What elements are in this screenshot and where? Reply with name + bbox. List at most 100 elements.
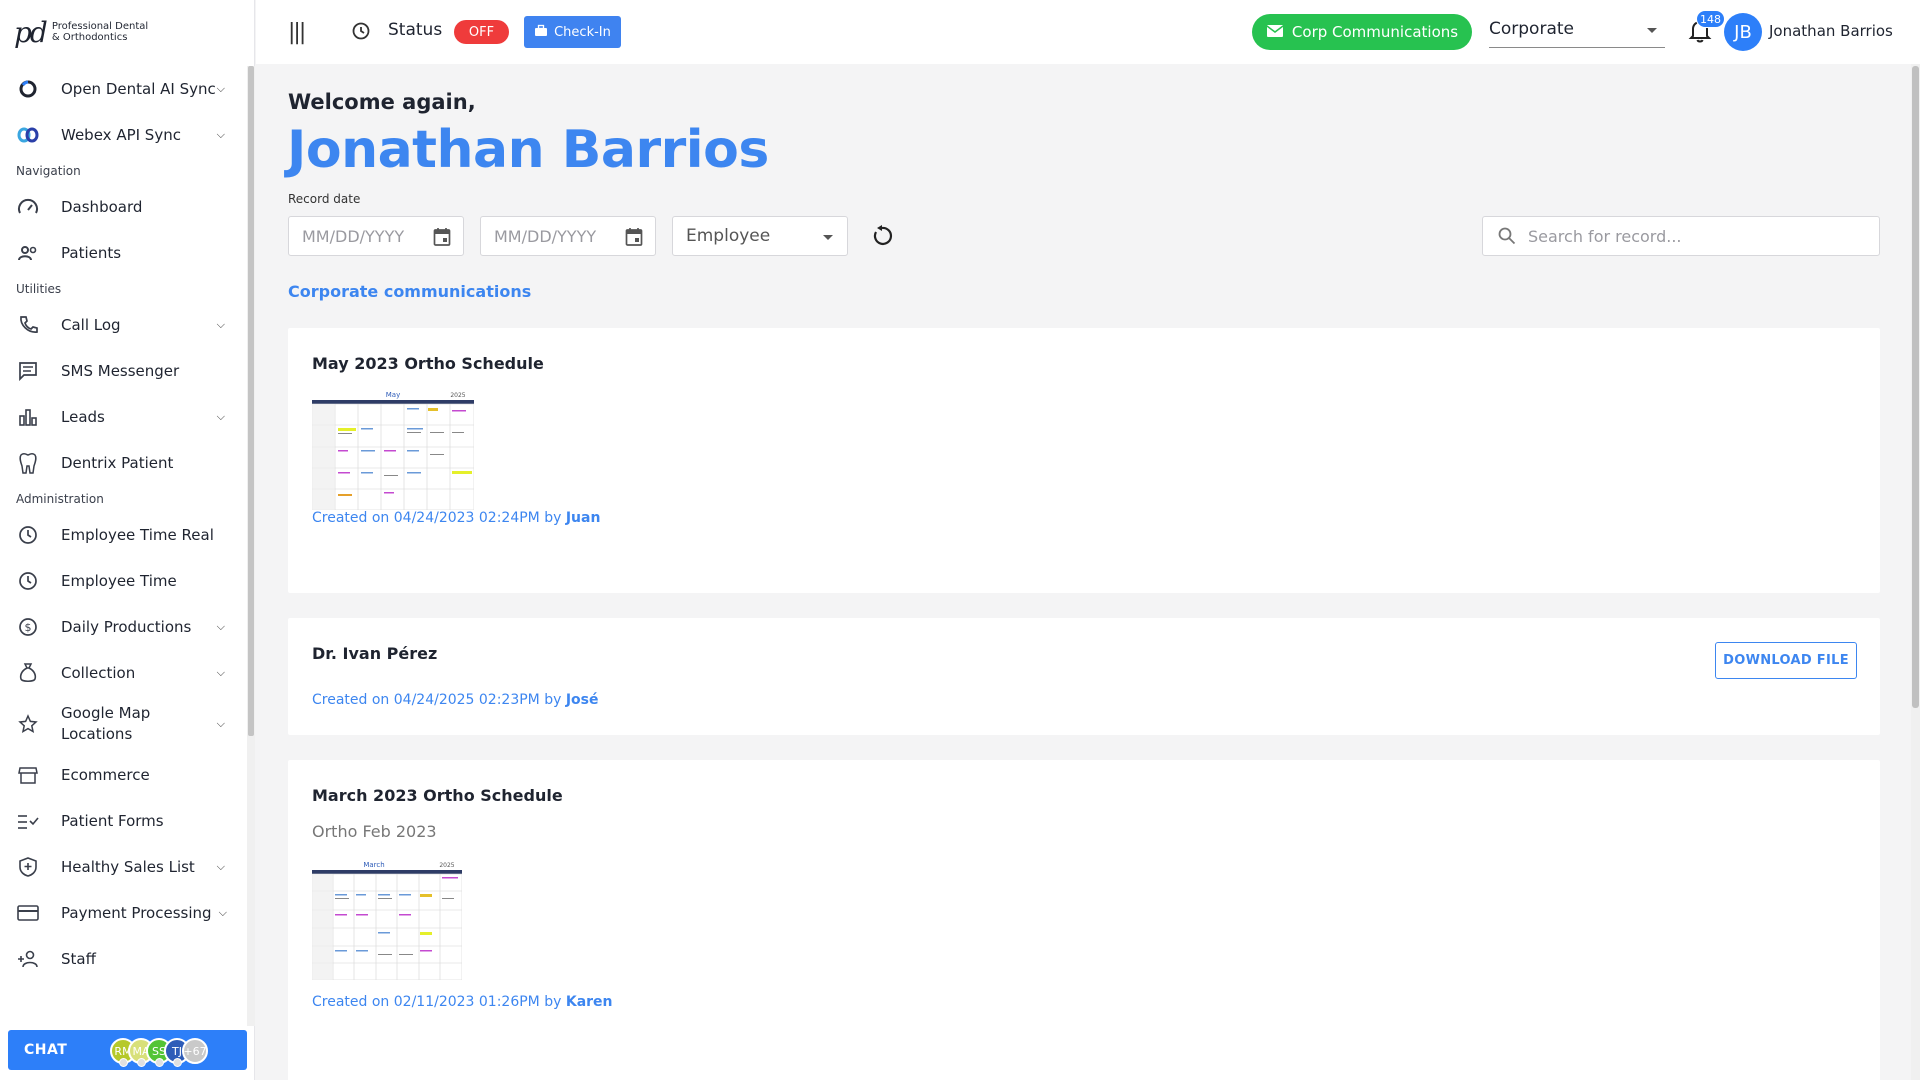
check-in-button[interactable]: Check-In [524,16,621,48]
gauge-icon [16,195,40,219]
card-author[interactable]: Juan [566,510,601,526]
created-by-text: by [539,994,566,1010]
sidebar-item-call-log[interactable]: Call Log ⌵ [0,302,245,348]
circle-icon [16,77,40,101]
phone-icon [16,313,40,337]
shield-icon [16,855,40,879]
sidebar-item-patients[interactable]: Patients [0,230,245,276]
sidebar-item-google-map-locations[interactable]: Google Map Locations ⌵ [0,696,245,752]
sidebar-item-dashboard[interactable]: Dashboard [0,184,245,230]
chevron-down-icon: ⌵ [216,128,225,141]
calendar-icon[interactable] [625,227,643,251]
chat-avatars: RM MA SS TJ +67 [110,1038,208,1067]
status-label: Status [388,20,443,40]
main-scrollbar-track[interactable] [1911,64,1920,1080]
user-name[interactable]: Jonathan Barrios [1769,22,1893,40]
sidebar-item-label: SMS Messenger [61,361,180,380]
webex-icon [16,123,40,147]
sidebar-item-sms-messenger[interactable]: SMS Messenger [0,348,245,394]
status-toggle[interactable]: OFF [454,20,509,44]
created-date: 04/24/2023 02:24PM [393,510,540,526]
sidebar-item-staff[interactable]: Staff [0,936,245,982]
created-prefix: Created on [312,692,394,708]
communication-card: March 2023 Ortho Schedule Ortho Feb 2023… [288,760,1880,1080]
created-prefix: Created on [312,510,394,526]
created-by-text: by [539,510,566,526]
record-date-label: Record date [288,192,361,206]
sidebar-item-employee-time[interactable]: Employee Time [0,558,245,604]
mail-icon [1266,22,1284,42]
section-title-corporate-communications[interactable]: Corporate communications [288,282,531,301]
card-meta: Created on 04/24/2025 02:23PM by José [312,692,599,708]
schedule-thumbnail[interactable]: March 2025 [311,858,463,981]
thumbnail-year: 2025 [450,392,465,399]
company-select-value: Corporate [1489,19,1574,39]
sidebar: pd Professional Dental & Orthodontics Op… [0,0,255,1080]
sidebar-item-webex-api-sync[interactable]: Webex API Sync ⌵ [0,112,245,158]
caret-down-icon [823,235,833,240]
communication-card: May 2023 Ortho Schedule May 2025 Created… [288,328,1880,593]
bar-chart-icon [16,405,40,429]
sidebar-item-payment-processing[interactable]: Payment Processing ⌵ [0,890,245,936]
sidebar-item-label: Payment Processing [61,903,212,922]
created-date: 04/24/2025 02:23PM [393,692,540,708]
card-title: March 2023 Ortho Schedule [312,786,563,805]
sidebar-item-label: Patients [61,243,122,262]
notification-count-badge: 148 [1696,10,1725,28]
employee-select-value: Employee [686,226,771,246]
card-meta: Created on 04/24/2023 02:24PM by Juan [312,510,600,526]
sidebar-item-collection[interactable]: Collection ⌵ [0,650,245,696]
created-by-text: by [539,692,566,708]
brand-name: Professional Dental & Orthodontics [52,21,148,43]
clock-icon [16,523,40,547]
sidebar-item-label: Employee Time Real [61,525,214,544]
dollar-icon: $ [16,615,40,639]
chat-avatar-initials: +67 [183,1044,207,1058]
sidebar-item-patient-forms[interactable]: Patient Forms [0,798,245,844]
schedule-thumbnail[interactable]: May 2025 [311,388,475,511]
sidebar-item-employee-time-real[interactable]: Employee Time Real [0,512,245,558]
date-from-input[interactable]: MM/DD/YYYY [288,216,464,256]
calendar-icon[interactable] [433,227,451,251]
brand-name-line2: & Orthodontics [51,32,128,43]
card-icon [16,901,40,925]
sidebar-item-label: Patient Forms [61,811,164,830]
sidebar-item-healthy-sales-list[interactable]: Healthy Sales List ⌵ [0,844,245,890]
chevron-down-icon: ⌵ [216,666,225,679]
date-to-input[interactable]: MM/DD/YYYY [480,216,656,256]
sidebar-item-label: Employee Time [61,571,177,590]
section-title-navigation: Navigation [16,164,81,178]
sidebar-item-ecommerce[interactable]: Ecommerce [0,752,245,798]
main-scrollbar-thumb[interactable] [1912,66,1919,708]
svg-text:$: $ [25,621,32,634]
sidebar-item-label: Google Map Locations [61,704,151,743]
sidebar-item-leads[interactable]: Leads ⌵ [0,394,245,440]
card-author[interactable]: José [566,692,599,708]
sidebar-item-open-dental-ai-sync[interactable]: Open Dental AI Sync ⌵ [0,66,245,112]
created-date: 02/11/2023 01:26PM [393,994,540,1010]
card-meta: Created on 02/11/2023 01:26PM by Karen [312,994,613,1010]
caret-down-icon [1647,28,1657,33]
thumbnail-month: May [386,391,400,399]
thumbnail-year: 2025 [439,862,454,869]
corp-communications-button[interactable]: Corp Communications [1252,14,1472,50]
search-input[interactable]: Search for record... [1482,216,1880,256]
download-file-button[interactable]: DOWNLOAD FILE [1715,642,1857,679]
card-author[interactable]: Karen [566,994,613,1010]
sidebar-item-label: Dentrix Patient [61,453,174,472]
sidebar-scrollbar-thumb[interactable] [248,66,254,736]
brand-logo[interactable]: pd Professional Dental & Orthodontics [14,14,148,50]
sidebar-item-dentrix-patient[interactable]: Dentrix Patient [0,440,245,486]
employee-select[interactable]: Employee [672,216,848,256]
chevron-down-icon: ⌵ [216,82,225,95]
tooth-icon [16,451,40,475]
user-avatar[interactable]: JB [1724,13,1762,51]
chat-bar[interactable]: CHAT RM MA SS TJ +67 [8,1030,247,1070]
sidebar-item-daily-productions[interactable]: $ Daily Productions ⌵ [0,604,245,650]
money-bag-icon [16,661,40,685]
menu-toggle-icon[interactable]: ||| [288,20,306,45]
company-select[interactable]: Corporate [1489,16,1665,48]
chat-avatar-more[interactable]: +67 [182,1038,208,1064]
refresh-icon[interactable] [870,224,894,252]
chevron-down-icon: ⌵ [216,410,225,423]
